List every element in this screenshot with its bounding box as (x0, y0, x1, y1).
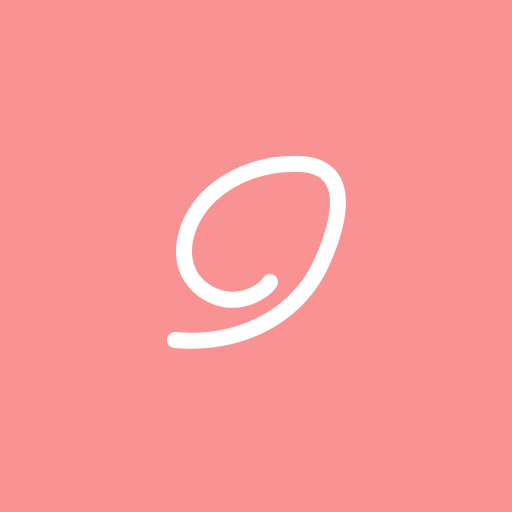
logo-stroke (167, 155, 346, 349)
script-letter-g-logo-icon (167, 155, 346, 349)
app-icon (0, 0, 512, 512)
